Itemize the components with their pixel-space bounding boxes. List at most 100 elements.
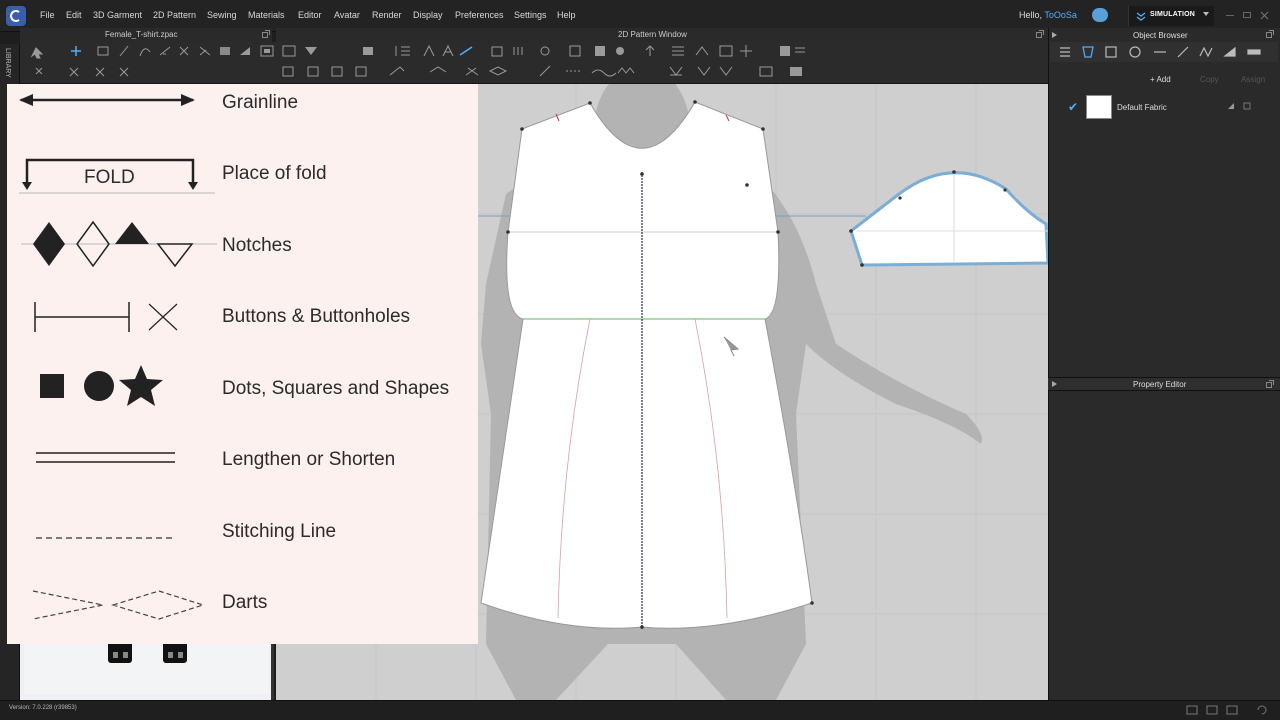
expand-icon[interactable] [1266, 380, 1274, 388]
menu-avatar[interactable]: Avatar [334, 10, 360, 20]
collapse-arrow-icon[interactable] [1052, 381, 1058, 387]
single-view-icon [1186, 705, 1198, 715]
rectangle-icon [97, 46, 109, 56]
menu-sewing[interactable]: Sewing [207, 10, 237, 20]
chevron-double-icon [1136, 12, 1146, 21]
line-object-icon [1177, 46, 1189, 58]
view-layout-icons[interactable] [1186, 704, 1276, 716]
menu-editor[interactable]: Editor [298, 10, 322, 20]
fill-icon [595, 46, 605, 56]
pattern-window-title: 2D Pattern Window [618, 30, 687, 39]
user-greeting: Hello, ToOoSa [1019, 10, 1077, 20]
polygon-icon [220, 47, 230, 55]
minimize-icon[interactable] [1226, 12, 1234, 16]
library-label[interactable]: LIBRARY [4, 48, 11, 78]
columns-icon [513, 47, 523, 55]
trim-icon [1223, 46, 1236, 57]
move-icon [740, 45, 752, 57]
curve-icon [139, 48, 151, 57]
font-icon [442, 44, 454, 57]
greeting-text: Hello, [1019, 10, 1043, 20]
assign-button[interactable]: Assign [1241, 75, 1265, 84]
cross-icon [95, 67, 105, 77]
fabric-icon [1082, 46, 1094, 58]
menu-display[interactable]: Display [413, 10, 443, 20]
graphic-icon [1247, 49, 1261, 55]
list-icon [1060, 47, 1070, 57]
notches-icon [21, 220, 217, 268]
wave-icon [591, 69, 617, 77]
flip-icon [355, 66, 367, 77]
stitching-line-icon [36, 537, 175, 539]
menu-help[interactable]: Help [557, 10, 576, 20]
menu-settings[interactable]: Settings [514, 10, 547, 20]
internal-line-icon [159, 46, 171, 56]
avatar-icon [35, 67, 43, 75]
line-icon [119, 45, 129, 57]
rotate-icon [331, 66, 343, 77]
fold-tool-icon [429, 66, 447, 73]
sleeve-pattern[interactable] [849, 171, 1048, 267]
apply-icon[interactable] [1227, 102, 1235, 110]
menu-3d-garment[interactable]: 3D Garment [93, 10, 142, 20]
dress-front-pattern[interactable] [480, 101, 813, 629]
darts-icon [32, 590, 205, 620]
legend-label-buttons: Buttons & Buttonholes [222, 306, 411, 327]
equal-icon [795, 47, 805, 53]
circle-tool-icon [540, 46, 550, 56]
select-icon [30, 47, 44, 59]
grid-box-icon [282, 45, 296, 57]
shape-icon [305, 47, 317, 55]
menu-preferences[interactable]: Preferences [455, 10, 504, 20]
lines-icon [672, 46, 684, 56]
outline-icon [307, 66, 319, 77]
legend-label-darts: Darts [222, 592, 268, 613]
diag-line-icon [539, 65, 551, 77]
link-icon [465, 67, 479, 76]
refresh-icon [1257, 705, 1267, 715]
menu-render[interactable]: Render [372, 10, 402, 20]
square-tool-icon [569, 45, 581, 57]
status-bar [0, 700, 1280, 720]
add-button[interactable]: + Add [1150, 75, 1171, 84]
copy-button[interactable]: Copy [1200, 75, 1219, 84]
dot-tool-icon [616, 47, 624, 55]
measure-icon [459, 46, 473, 56]
menu-edit[interactable]: Edit [66, 10, 82, 20]
legend-label-grainline: Grainline [222, 92, 299, 113]
delete-icon[interactable] [1243, 102, 1251, 110]
dots-squares-shapes-icon [40, 365, 163, 406]
version-label: Version: 7.0.228 (r39853) [9, 705, 77, 711]
maximize-icon[interactable] [1243, 12, 1251, 18]
block-icon [780, 46, 790, 56]
menu-materials[interactable]: Materials [248, 10, 285, 20]
expand-icon[interactable] [1036, 30, 1044, 38]
menu-2d-pattern[interactable]: 2D Pattern [153, 10, 196, 20]
app-logo[interactable] [6, 6, 26, 26]
add-point-icon [71, 46, 81, 56]
zipper-icon [1199, 46, 1213, 58]
offset-icon [282, 66, 294, 77]
fold-symbol-text: FOLD [84, 167, 135, 188]
stitch-icon [119, 67, 129, 77]
pattern-symbols-legend: Grainline FOLD Place of fold Notches But… [7, 84, 478, 644]
expand-icon[interactable] [1266, 30, 1274, 38]
close-icon[interactable] [1260, 11, 1269, 20]
thread-icon [759, 66, 773, 77]
user-name[interactable]: ToOoSa [1044, 10, 1077, 20]
hem-icon [669, 66, 683, 76]
texture-icon [1105, 46, 1117, 58]
cloud-icon[interactable] [1092, 8, 1108, 22]
legend-label-stitching: Stitching Line [222, 521, 337, 542]
legend-label-dots-squares: Dots, Squares and Shapes [222, 378, 450, 399]
legend-label-notches: Notches [222, 235, 292, 256]
object-type-icons[interactable] [1050, 42, 1278, 62]
play-icon [363, 47, 373, 55]
collapse-arrow-icon[interactable] [1052, 32, 1058, 38]
fabric-swatch[interactable] [1086, 95, 1112, 119]
fabric-name[interactable]: Default Fabric [1117, 103, 1167, 112]
menu-file[interactable]: File [40, 10, 55, 20]
2d-view-icon [1226, 705, 1238, 715]
tent-icon [695, 46, 709, 56]
expand-icon[interactable] [262, 30, 270, 38]
